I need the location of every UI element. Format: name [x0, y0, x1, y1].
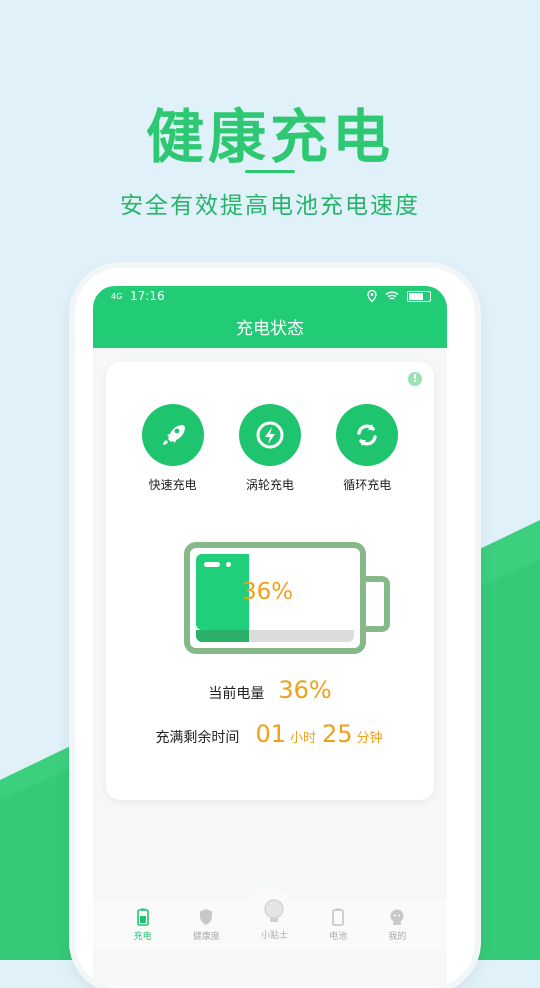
tab-battery[interactable]: 电池	[329, 900, 347, 950]
top-bar: 4G 17:16 充电状态	[93, 286, 447, 348]
phone-screen: 4G 17:16 充电状态 ! 快速充电 涡轮充电 循环充电 36% 当前电量 …	[93, 286, 447, 986]
tab-tips[interactable]: 小贴士	[260, 899, 288, 950]
hero-title: 健康充电	[145, 103, 394, 171]
current-level-value: 36%	[278, 676, 332, 704]
tab-label: 充电	[133, 932, 152, 942]
current-level-row: 当前电量 36%	[106, 676, 434, 704]
charge-status-card: ! 快速充电 涡轮充电 循环充电 36% 当前电量 36% 充满剩余时间 01 …	[106, 362, 434, 800]
charge-modes: 快速充电 涡轮充电 循环充电	[106, 404, 434, 493]
mode-label: 涡轮充电	[245, 478, 294, 492]
battery-level-graphic: 36%	[184, 542, 390, 654]
hero-divider	[245, 170, 295, 173]
mode-turbo-charge[interactable]: 涡轮充电	[238, 404, 301, 493]
status-time: 17:16	[130, 289, 165, 303]
bolt-icon	[238, 404, 301, 466]
tab-label: 我的	[388, 932, 407, 942]
status-bar: 4G 17:16	[93, 286, 447, 308]
battery-cap	[366, 576, 390, 632]
tab-label: 小贴士	[260, 931, 288, 941]
remaining-time-label: 充满剩余时间	[155, 730, 240, 746]
mode-fast-charge[interactable]: 快速充电	[141, 404, 204, 493]
current-level-label: 当前电量	[208, 686, 265, 702]
location-icon	[367, 290, 377, 302]
tab-label: 健康度	[192, 932, 220, 942]
remaining-hours: 01	[255, 720, 286, 748]
battery-highlight-dot	[226, 562, 231, 567]
page-title: 充电状态	[236, 319, 304, 339]
user-icon	[390, 909, 404, 925]
battery-icon	[332, 908, 344, 926]
remaining-time-row: 充满剩余时间 01 小时 25 分钟	[106, 720, 434, 748]
mode-label: 循环充电	[343, 478, 392, 492]
tab-health[interactable]: 健康度	[193, 900, 220, 950]
mode-cycle-charge[interactable]: 循环充电	[336, 404, 399, 493]
hours-unit: 小时	[289, 731, 316, 746]
hero-subtitle: 安全有效提高电池充电速度	[120, 193, 420, 219]
battery-fill-shade	[196, 630, 249, 642]
mode-label: 快速充电	[148, 478, 197, 492]
tab-mine[interactable]: 我的	[388, 900, 406, 950]
minutes-unit: 分钟	[356, 731, 383, 746]
remaining-minutes: 25	[322, 720, 353, 748]
wifi-icon	[385, 291, 399, 300]
refresh-icon	[336, 404, 399, 466]
status-icons	[367, 290, 431, 302]
tab-charge[interactable]: 充电	[134, 900, 152, 950]
info-icon[interactable]: !	[408, 372, 422, 386]
bottom-tab-bar: 充电 健康度 小贴士 电池 我的	[93, 899, 447, 950]
battery-highlight	[204, 562, 220, 567]
tab-label: 电池	[329, 932, 348, 942]
rocket-icon	[141, 404, 204, 466]
battery-charge-icon	[136, 908, 149, 926]
shield-icon	[200, 909, 213, 925]
battery-percent: 36%	[242, 579, 294, 605]
signal-indicator: 4G	[111, 292, 123, 301]
battery-status-icon	[407, 290, 431, 302]
bulb-icon	[264, 899, 285, 922]
